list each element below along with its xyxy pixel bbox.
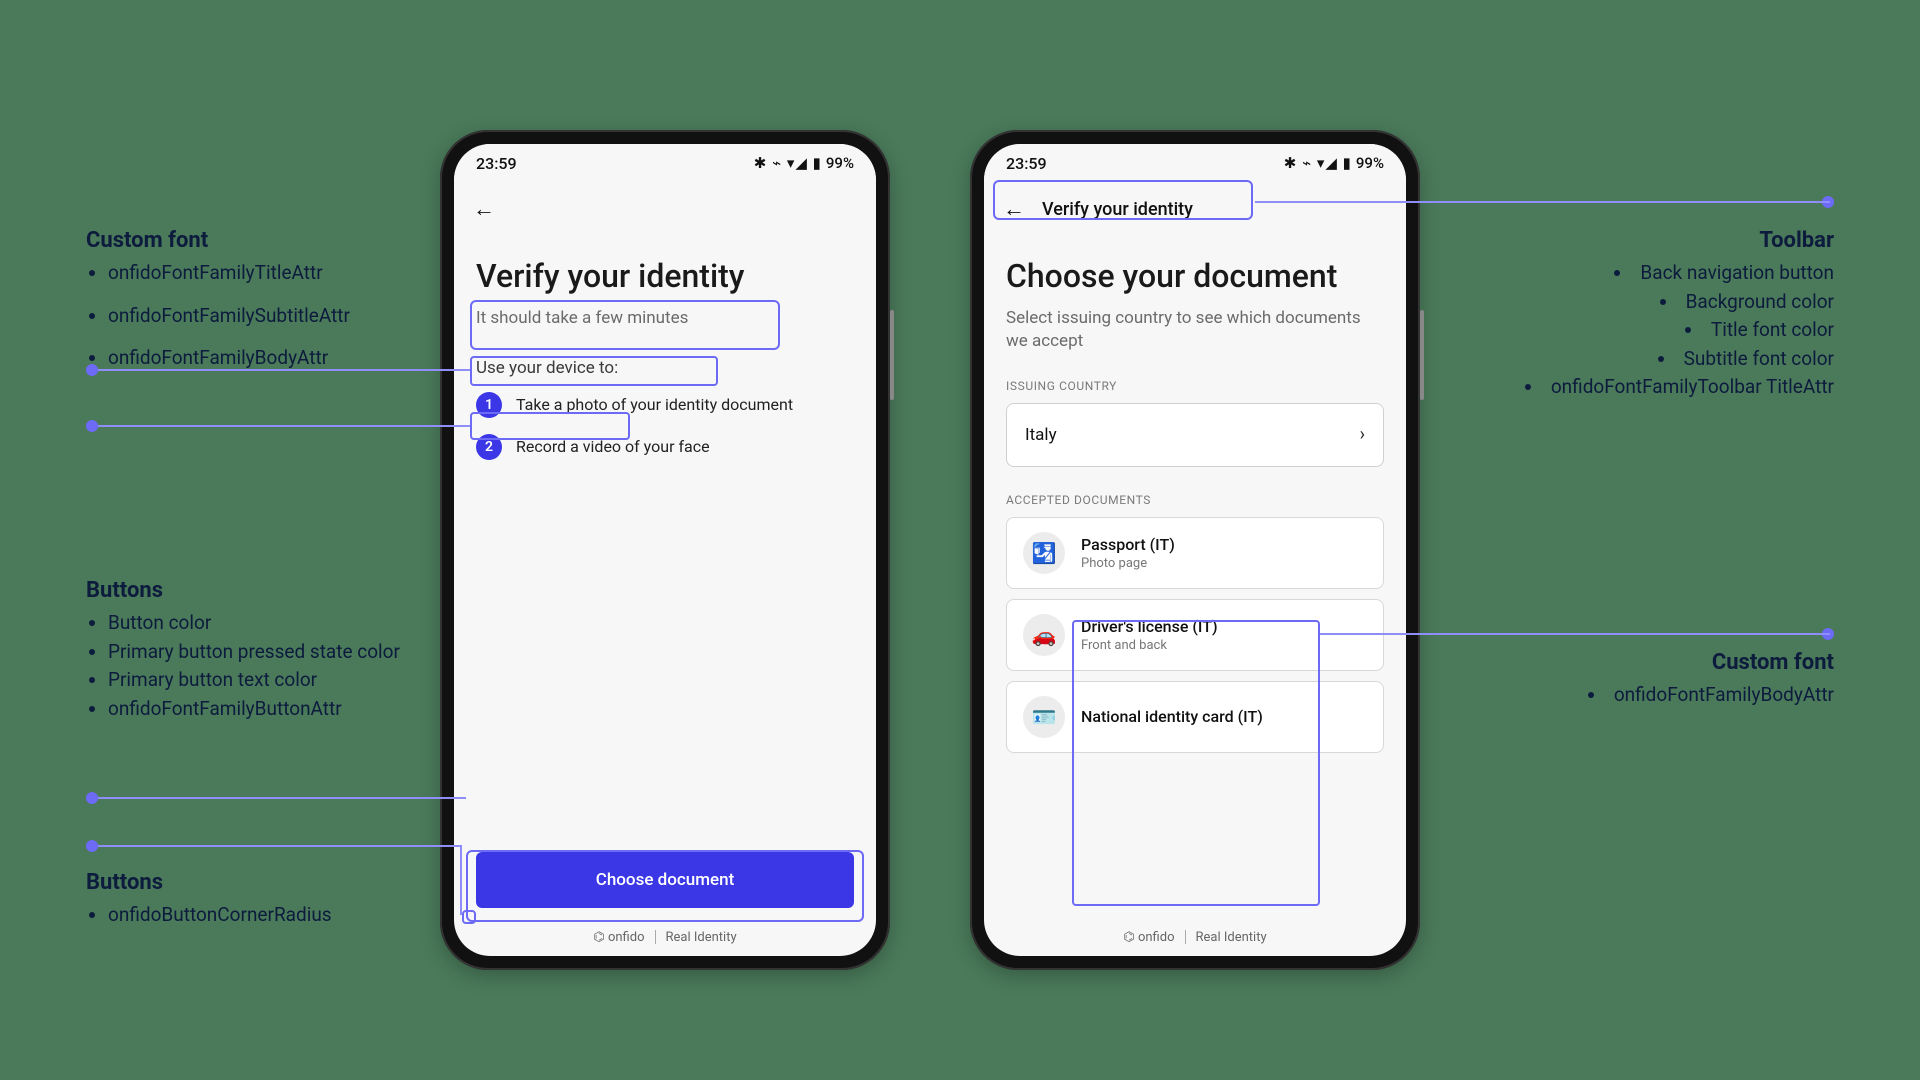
brand-tagline: Real Identity bbox=[1196, 930, 1267, 945]
brand-footer: ⌬ onfido Real Identity bbox=[984, 918, 1406, 956]
status-indicators: ✱ ⌁ ▾◢ ▮ 99% bbox=[754, 154, 854, 172]
document-option-passport[interactable]: 🛂 Passport (IT) Photo page bbox=[1006, 517, 1384, 589]
connector-line bbox=[98, 797, 466, 799]
annotation-item: onfidoFontFamilyBodyAttr bbox=[1474, 681, 1834, 710]
brand-tagline: Real Identity bbox=[666, 930, 737, 945]
connector-line bbox=[98, 425, 470, 427]
brand-logo-text: ⌬ onfido bbox=[1123, 930, 1174, 945]
highlight-button-corner bbox=[462, 910, 476, 924]
country-select[interactable]: Italy › bbox=[1006, 403, 1384, 467]
annotation-heading: Toolbar bbox=[1474, 228, 1834, 253]
page-title: Choose your document bbox=[1006, 258, 1384, 295]
document-title: National identity card (IT) bbox=[1081, 707, 1263, 726]
page-subtitle: It should take a few minutes bbox=[476, 307, 854, 330]
step-number-badge: 2 bbox=[476, 434, 502, 460]
country-value: Italy bbox=[1025, 425, 1057, 445]
annotation-item: Title font color bbox=[1474, 316, 1834, 345]
connector-dot bbox=[86, 420, 98, 432]
choose-document-button[interactable]: Choose document bbox=[476, 852, 854, 908]
annotation-toolbar: Toolbar Back navigation button Backgroun… bbox=[1474, 228, 1834, 402]
document-subtitle: Photo page bbox=[1081, 556, 1175, 571]
annotation-item: onfidoButtonCornerRadius bbox=[108, 901, 426, 930]
status-battery: 99% bbox=[1356, 154, 1384, 172]
connector-line bbox=[98, 845, 462, 847]
annotation-item: onfidoFontFamilySubtitleAttr bbox=[108, 302, 416, 331]
document-option-nid[interactable]: 🪪 National identity card (IT) bbox=[1006, 681, 1384, 753]
connector-dot bbox=[86, 840, 98, 852]
step-row: 2 Record a video of your face bbox=[476, 434, 854, 460]
annotation-heading: Buttons bbox=[86, 578, 426, 603]
page-title: Verify your identity bbox=[476, 258, 854, 295]
back-icon[interactable]: ← bbox=[472, 197, 496, 221]
annotation-custom-font: Custom font onfidoFontFamilyTitleAttr on… bbox=[86, 228, 416, 373]
annotation-custom-font-body: Custom font onfidoFontFamilyBodyAttr bbox=[1474, 650, 1834, 710]
connector-line bbox=[1320, 633, 1830, 635]
status-battery: 99% bbox=[826, 154, 854, 172]
annotation-item: onfidoFontFamilyTitleAttr bbox=[108, 259, 416, 288]
chevron-right-icon: › bbox=[1360, 424, 1365, 445]
annotation-item: Button color bbox=[108, 609, 426, 638]
status-icons: ✱ ⌁ ▾◢ ▮ bbox=[754, 154, 822, 172]
back-icon[interactable]: ← bbox=[1002, 197, 1026, 221]
connector-line bbox=[460, 845, 462, 915]
brand-footer: ⌬ onfido Real Identity bbox=[454, 918, 876, 956]
annotation-item: onfidoFontFamilyToolbar TitleAttr bbox=[1474, 373, 1834, 402]
issuing-country-label: ISSUING COUNTRY bbox=[1006, 379, 1384, 393]
status-bar: 23:59 ✱ ⌁ ▾◢ ▮ 99% bbox=[984, 144, 1406, 182]
step-text: Record a video of your face bbox=[516, 437, 710, 456]
section-label: Use your device to: bbox=[476, 358, 854, 378]
step-number-badge: 1 bbox=[476, 392, 502, 418]
screen-document: 23:59 ✱ ⌁ ▾◢ ▮ 99% ← Verify your identit… bbox=[984, 144, 1406, 956]
step-row: 1 Take a photo of your identity document bbox=[476, 392, 854, 418]
annotation-item: Subtitle font color bbox=[1474, 345, 1834, 374]
car-icon: 🚗 bbox=[1023, 614, 1065, 656]
annotation-heading: Custom font bbox=[86, 228, 416, 253]
page-subtitle: Select issuing country to see which docu… bbox=[1006, 307, 1384, 353]
annotation-heading: Custom font bbox=[1474, 650, 1834, 675]
annotation-item: Primary button text color bbox=[108, 666, 426, 695]
accepted-documents-label: ACCEPTED DOCUMENTS bbox=[1006, 493, 1384, 507]
connector-line bbox=[98, 369, 470, 371]
id-card-icon: 🪪 bbox=[1023, 696, 1065, 738]
annotation-heading: Buttons bbox=[86, 870, 426, 895]
phone-mockup-document: 23:59 ✱ ⌁ ▾◢ ▮ 99% ← Verify your identit… bbox=[970, 130, 1420, 970]
toolbar-title: Verify your identity bbox=[1042, 199, 1193, 220]
annotation-button-radius: Buttons onfidoButtonCornerRadius bbox=[86, 870, 426, 930]
toolbar: ← bbox=[454, 182, 876, 236]
content-area: Verify your identity It should take a fe… bbox=[454, 236, 876, 918]
step-list: 1 Take a photo of your identity document… bbox=[476, 392, 854, 476]
step-text: Take a photo of your identity document bbox=[516, 395, 793, 414]
connector-dot bbox=[86, 792, 98, 804]
status-icons: ✱ ⌁ ▾◢ ▮ bbox=[1284, 154, 1352, 172]
document-subtitle: Front and back bbox=[1081, 638, 1218, 653]
status-time: 23:59 bbox=[476, 154, 517, 173]
toolbar: ← Verify your identity bbox=[984, 182, 1406, 236]
screen-intro: 23:59 ✱ ⌁ ▾◢ ▮ 99% ← Verify your identit… bbox=[454, 144, 876, 956]
annotation-item: Primary button pressed state color bbox=[108, 638, 426, 667]
passport-icon: 🛂 bbox=[1023, 532, 1065, 574]
annotation-item: onfidoFontFamilyButtonAttr bbox=[108, 695, 426, 724]
annotation-item: Background color bbox=[1474, 288, 1834, 317]
document-title: Passport (IT) bbox=[1081, 535, 1175, 554]
connector-line bbox=[1255, 201, 1830, 203]
content-area: Choose your document Select issuing coun… bbox=[984, 236, 1406, 918]
annotation-buttons: Buttons Button color Primary button pres… bbox=[86, 578, 426, 723]
status-time: 23:59 bbox=[1006, 154, 1047, 173]
brand-logo-text: ⌬ onfido bbox=[593, 930, 644, 945]
document-title: Driver's license (IT) bbox=[1081, 617, 1218, 636]
annotation-item: Back navigation button bbox=[1474, 259, 1834, 288]
phone-mockup-intro: 23:59 ✱ ⌁ ▾◢ ▮ 99% ← Verify your identit… bbox=[440, 130, 890, 970]
diagram-canvas: 23:59 ✱ ⌁ ▾◢ ▮ 99% ← Verify your identit… bbox=[0, 0, 1920, 1080]
status-indicators: ✱ ⌁ ▾◢ ▮ 99% bbox=[1284, 154, 1384, 172]
document-list: 🛂 Passport (IT) Photo page 🚗 Driver's li… bbox=[1006, 517, 1384, 763]
connector-dot bbox=[86, 364, 98, 376]
status-bar: 23:59 ✱ ⌁ ▾◢ ▮ 99% bbox=[454, 144, 876, 182]
